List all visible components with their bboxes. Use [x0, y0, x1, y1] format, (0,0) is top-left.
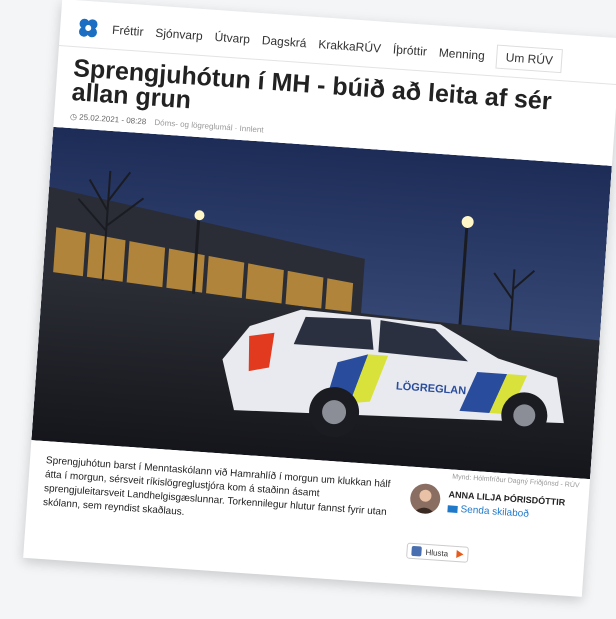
listen-button[interactable]: Hlusta — [406, 542, 469, 563]
nav-item-menning[interactable]: Menning — [438, 46, 485, 63]
author-avatar[interactable] — [409, 482, 442, 515]
article-body: Sprengjuhótun barst í Menntaskólann við … — [42, 455, 391, 519]
envelope-icon — [447, 505, 458, 513]
send-message-link[interactable]: Senda skilaboð — [447, 503, 529, 520]
nav-item-frettir[interactable]: Fréttir — [112, 23, 144, 39]
send-message-label: Senda skilaboð — [460, 504, 530, 520]
nav-item-utvarp[interactable]: Útvarp — [214, 30, 250, 46]
article-photo: LÖGREGLAN — [31, 126, 612, 480]
play-icon[interactable] — [455, 549, 464, 559]
nav-item-dagskra[interactable]: Dagskrá — [261, 33, 307, 50]
speaker-icon — [411, 545, 422, 557]
article-date: 25.02.2021 - 08:28 — [78, 112, 147, 127]
article-page: Fréttir Sjónvarp Útvarp Dagskrá KrakkaRÚ… — [23, 0, 616, 597]
nav-item-ithrottir[interactable]: Íþróttir — [392, 42, 427, 58]
nav-item-um-ruv[interactable]: Um RÚV — [495, 44, 563, 74]
nav-item-krakkaruv[interactable]: KrakkaRÚV — [318, 37, 382, 55]
listen-label: Hlusta — [425, 547, 449, 558]
ruv-logo-icon[interactable] — [75, 15, 101, 41]
nav-item-sjonvarp[interactable]: Sjónvarp — [155, 26, 203, 43]
article-category[interactable]: Dóms- og lögreglumál · Innlent — [154, 118, 264, 135]
